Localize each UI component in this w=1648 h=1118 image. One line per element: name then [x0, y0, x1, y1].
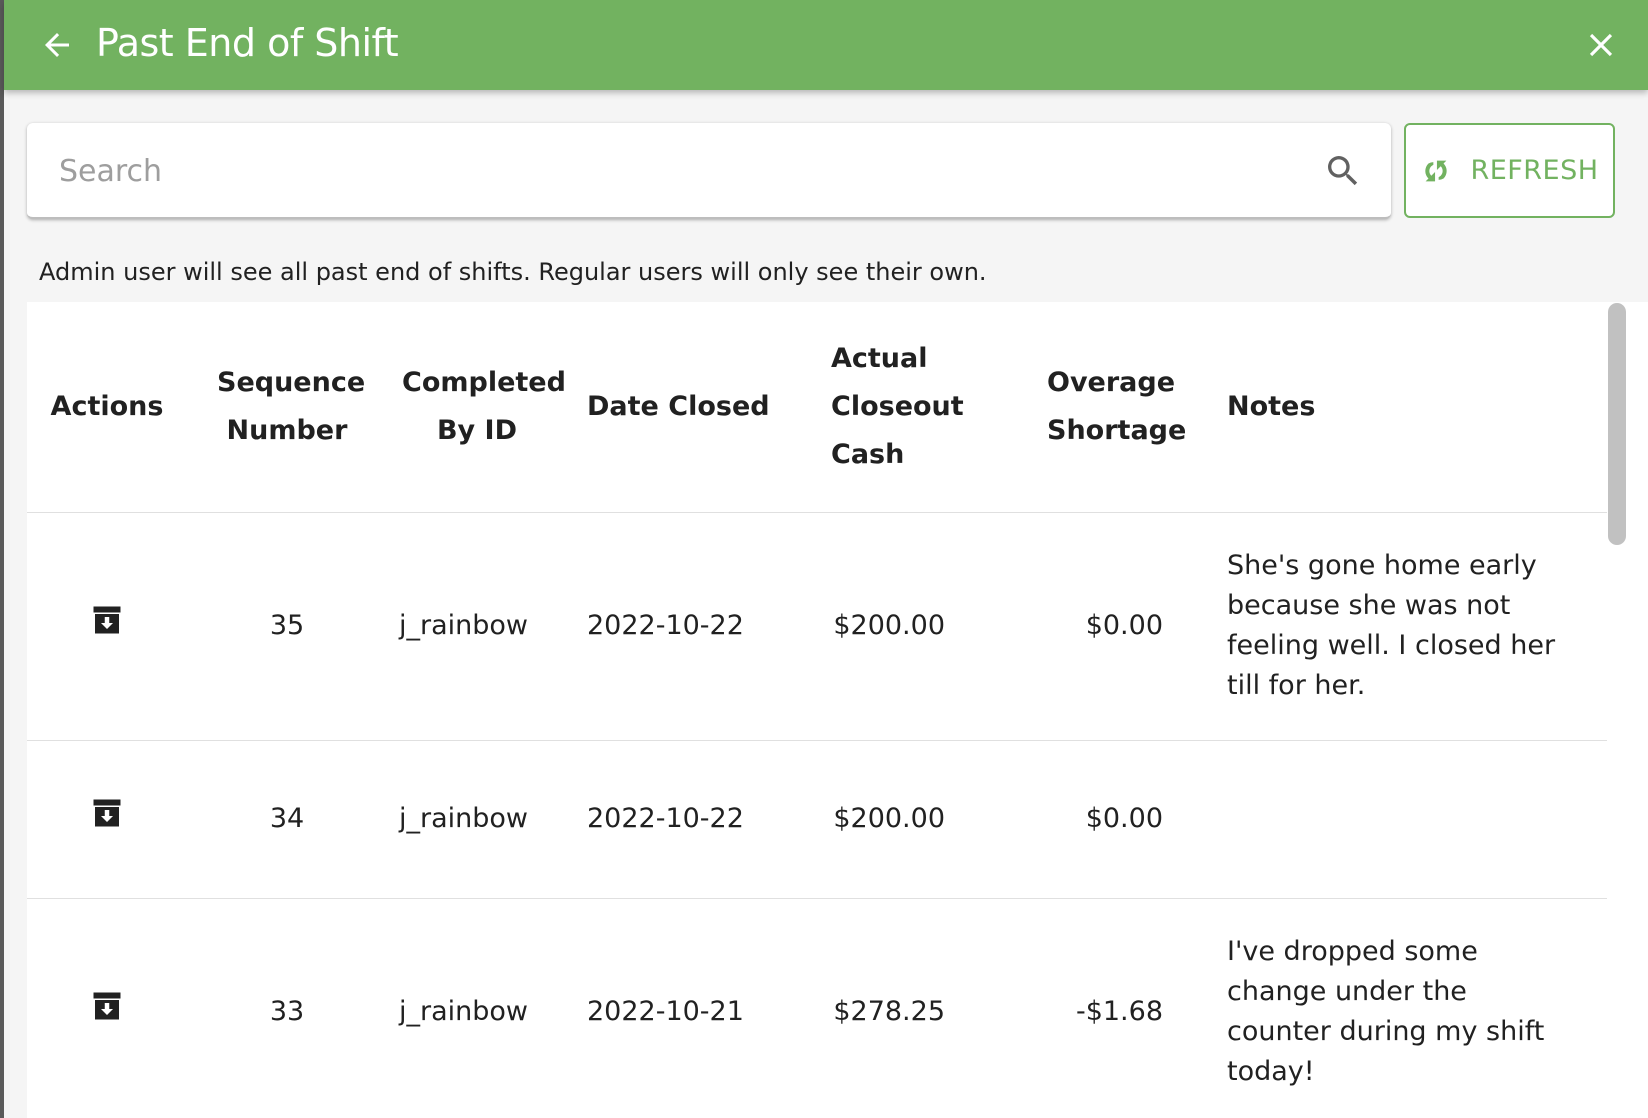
close-button[interactable] — [1576, 20, 1626, 70]
search-icon[interactable] — [1323, 151, 1363, 191]
completed-by-cell: j_rainbow — [387, 740, 567, 899]
table-row: 33 j_rainbow 2022-10-21 $278.25 -$1.68 I… — [27, 898, 1607, 1118]
visibility-note: Admin user will see all past end of shif… — [39, 258, 987, 286]
archive-download-icon[interactable] — [89, 602, 125, 638]
notes-cell: She's gone home early because she was no… — [1203, 512, 1607, 741]
arrow-left-icon — [45, 33, 69, 57]
column-header-sequence-number[interactable]: Sequence Number — [187, 302, 387, 513]
refresh-icon — [1425, 160, 1448, 181]
window-edge — [0, 0, 4, 1118]
shifts-table: Actions Sequence Number Completed By ID … — [27, 302, 1607, 1118]
closeout-cash-cell: $200.00 — [807, 512, 1005, 741]
column-header-label: Completed By ID — [402, 366, 566, 446]
actions-cell — [27, 740, 187, 899]
column-header-label: Sequence Number — [217, 366, 366, 446]
table-scrollbar[interactable] — [1608, 303, 1626, 545]
back-button[interactable] — [34, 22, 80, 68]
column-header-label: Overage Shortage — [1047, 366, 1187, 446]
date-closed-cell: 2022-10-21 — [567, 898, 807, 1118]
table-header-row: Actions Sequence Number Completed By ID … — [27, 302, 1607, 513]
column-header-overage-shortage[interactable]: Overage Shortage — [1005, 302, 1203, 513]
completed-by-cell: j_rainbow — [387, 898, 567, 1118]
sequence-number-cell: 35 — [187, 512, 387, 741]
overage-shortage-cell: $0.00 — [1005, 512, 1203, 741]
table-row: 35 j_rainbow 2022-10-22 $200.00 $0.00 Sh… — [27, 512, 1607, 741]
refresh-label: REFRESH — [1470, 155, 1599, 186]
column-header-notes[interactable]: Notes — [1203, 302, 1607, 513]
date-closed-cell: 2022-10-22 — [567, 512, 807, 741]
column-header-actions[interactable]: Actions — [27, 302, 187, 513]
actions-cell — [27, 512, 187, 741]
archive-download-icon[interactable] — [89, 795, 125, 831]
archive-download-icon[interactable] — [89, 988, 125, 1024]
page-title: Past End of Shift — [96, 21, 399, 65]
search-field — [27, 123, 1391, 219]
column-header-label: Actual Closeout Cash — [831, 342, 964, 470]
notes-cell — [1203, 740, 1607, 899]
column-header-date-closed[interactable]: Date Closed — [567, 302, 807, 513]
app-bar: Past End of Shift — [4, 0, 1648, 90]
close-icon — [1589, 33, 1613, 57]
date-closed-cell: 2022-10-22 — [567, 740, 807, 899]
overage-shortage-cell: $0.00 — [1005, 740, 1203, 899]
refresh-button[interactable]: REFRESH — [1404, 123, 1615, 218]
closeout-cash-cell: $200.00 — [807, 740, 1005, 899]
overage-shortage-cell: -$1.68 — [1005, 898, 1203, 1118]
notes-cell: I've dropped some change under the count… — [1203, 898, 1607, 1118]
table-row: 34 j_rainbow 2022-10-22 $200.00 $0.00 — [27, 740, 1607, 899]
closeout-cash-cell: $278.25 — [807, 898, 1005, 1118]
completed-by-cell: j_rainbow — [387, 512, 567, 741]
shifts-table-card: Actions Sequence Number Completed By ID … — [27, 302, 1648, 1118]
sequence-number-cell: 34 — [187, 740, 387, 899]
actions-cell — [27, 898, 187, 1118]
sequence-number-cell: 33 — [187, 898, 387, 1118]
column-header-completed-by-id[interactable]: Completed By ID — [387, 302, 567, 513]
search-input[interactable] — [59, 143, 1299, 199]
column-header-actual-closeout-cash[interactable]: Actual Closeout Cash — [807, 302, 1005, 513]
